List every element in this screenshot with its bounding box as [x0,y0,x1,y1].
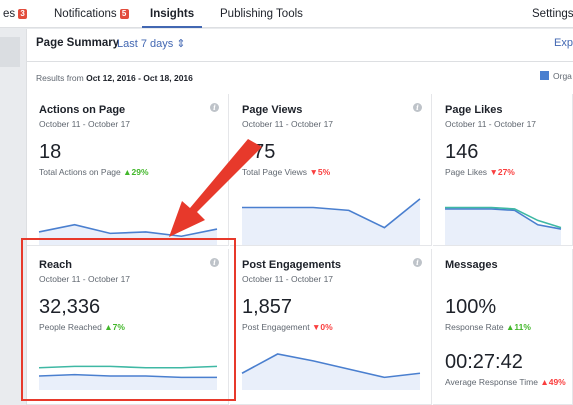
change-indicator: ▲11% [505,322,531,332]
tab-settings[interactable]: Settings [532,0,573,28]
card-subtitle: People Reached ▲7% [39,322,125,332]
insights-sidebar [0,29,20,405]
info-icon[interactable]: i [210,103,219,112]
card-value: 475 [242,141,276,163]
card-subtitle: Total Actions on Page ▲29% [39,167,149,177]
card-dates: October 11 - October 17 [39,119,131,129]
card-value: 146 [445,141,479,163]
tab-notifications[interactable]: Notifications 5 [54,0,129,28]
info-icon[interactable]: i [413,103,422,112]
export-link[interactable]: Exp [554,37,573,49]
sparkline-line [38,365,218,369]
sparkline-chart [242,198,421,245]
card-title: Messages [445,259,498,271]
change-indicator: ▼0% [311,322,333,332]
notifications-badge: 5 [119,9,129,19]
card-reach[interactable]: Reach October 11 - October 17 i 32,336 P… [27,249,229,405]
card-subtitle: Total Page Views ▼5% [242,167,331,177]
card-actions-on-page[interactable]: Actions on Page October 11 - October 17 … [27,94,229,246]
card-value: 1,857 [242,296,293,318]
card-value: 18 [39,141,62,163]
change-indicator: ▲49% [540,377,566,387]
response-time-value: 00:27:42 [445,351,523,373]
card-title: Page Likes [445,104,503,116]
card-title: Actions on Page [39,104,126,116]
card-page-views[interactable]: Page Views October 11 - October 17 i 475… [230,94,432,246]
change-indicator: ▼5% [309,167,331,177]
card-messages[interactable]: Messages 100% Response Rate ▲11% 00:27:4… [433,249,573,405]
tab-insights[interactable]: Insights [141,0,203,28]
card-title: Page Views [242,104,303,116]
divider [27,61,573,62]
page-summary-title: Page Summary [36,37,120,49]
tab-messages[interactable]: es 3 [3,0,28,28]
sparkline-chart [38,365,218,390]
sparkline-area [445,208,561,245]
card-dates: October 11 - October 17 [39,274,131,284]
card-dates: October 11 - October 17 [445,119,537,129]
date-range-dropdown[interactable]: Last 7 days ⇕ [117,37,186,50]
change-indicator: ▼27% [489,167,515,177]
change-indicator: ▲7% [104,322,125,332]
sparkline-chart [38,223,218,245]
sparkline-area [242,198,420,245]
response-rate-value: 100% [445,296,497,318]
info-icon[interactable]: i [210,258,219,267]
sparkline-chart [445,206,562,245]
response-time-label: Average Response Time ▲49% [445,377,566,387]
organic-swatch [540,71,549,80]
card-page-likes[interactable]: Page Likes October 11 - October 17 146 P… [433,94,573,246]
change-indicator: ▲29% [123,167,149,177]
card-dates: October 11 - October 17 [242,274,334,284]
card-subtitle: Post Engagement ▼0% [242,322,333,332]
page-tabs-bar: es 3 Notifications 5 Insights Publishing T… [0,0,573,28]
card-title: Post Engagements [242,259,342,271]
messages-badge: 3 [18,9,28,19]
card-value: 32,336 [39,296,101,318]
card-post-engagements[interactable]: Post Engagements October 11 - October 17… [230,249,432,405]
card-title: Reach [39,259,73,271]
tab-publishing-tools[interactable]: Publishing Tools [220,0,303,28]
response-rate-label: Response Rate ▲11% [445,322,531,332]
results-range: Results from Oct 12, 2016 - Oct 18, 2016 [36,73,193,83]
info-icon[interactable]: i [413,258,422,267]
card-subtitle: Page Likes ▼27% [445,167,515,177]
sparkline-chart [241,353,421,390]
card-dates: October 11 - October 17 [242,119,334,129]
sidebar-item-overview[interactable] [0,37,20,67]
legend-organic: Orga [540,71,572,81]
